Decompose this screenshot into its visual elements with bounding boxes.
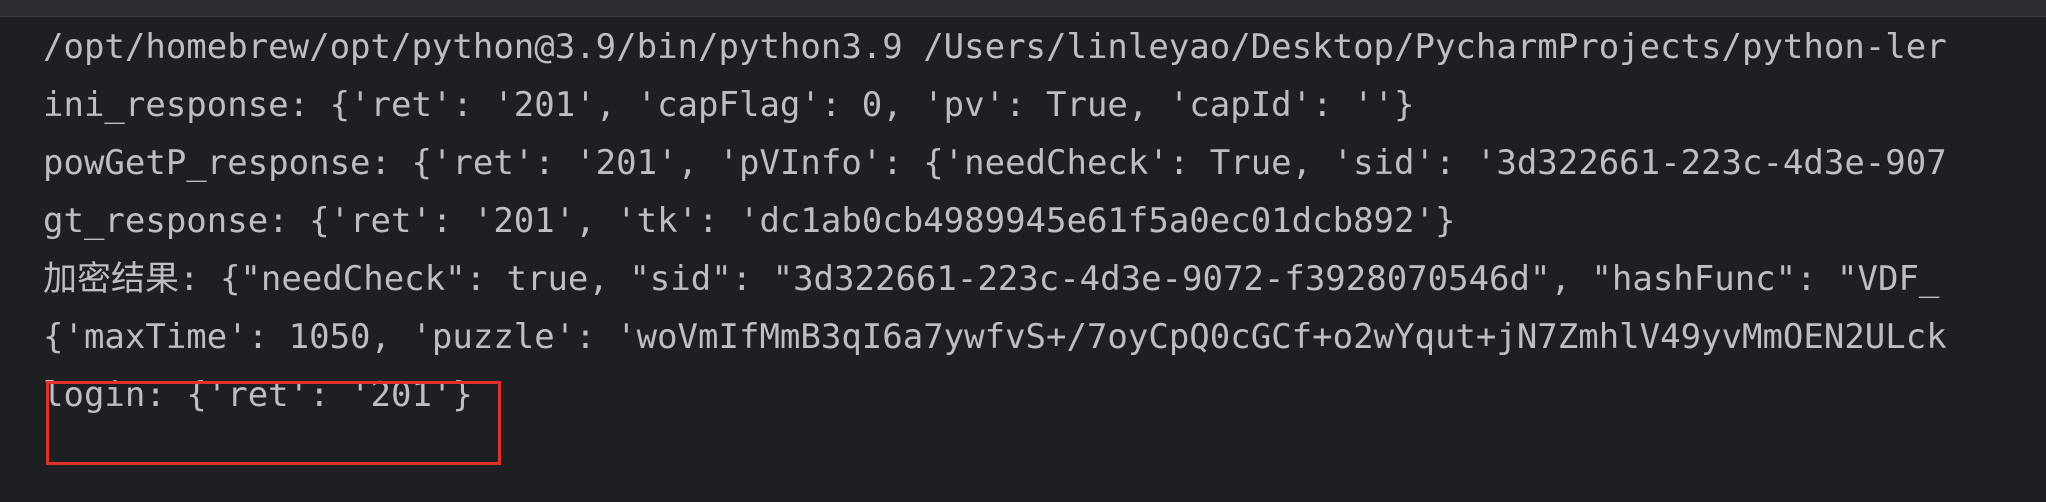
console-line-powgetp-response: powGetP_response: {'ret': '201', 'pVInfo…	[43, 143, 1947, 183]
console-line-puzzle: {'maxTime': 1050, 'puzzle': 'woVmIfMmB3q…	[43, 317, 1947, 357]
annotation-highlight-box	[46, 381, 501, 465]
console-line-gt-response: gt_response: {'ret': '201', 'tk': 'dc1ab…	[43, 201, 1456, 241]
tool-window-header	[0, 0, 2046, 17]
console-line-ini-response: ini_response: {'ret': '201', 'capFlag': …	[43, 85, 1415, 125]
console-line-command: /opt/homebrew/opt/python@3.9/bin/python3…	[43, 27, 1947, 67]
console-line-encrypt-result: 加密结果: {"needCheck": true, "sid": "3d3226…	[43, 259, 1940, 299]
